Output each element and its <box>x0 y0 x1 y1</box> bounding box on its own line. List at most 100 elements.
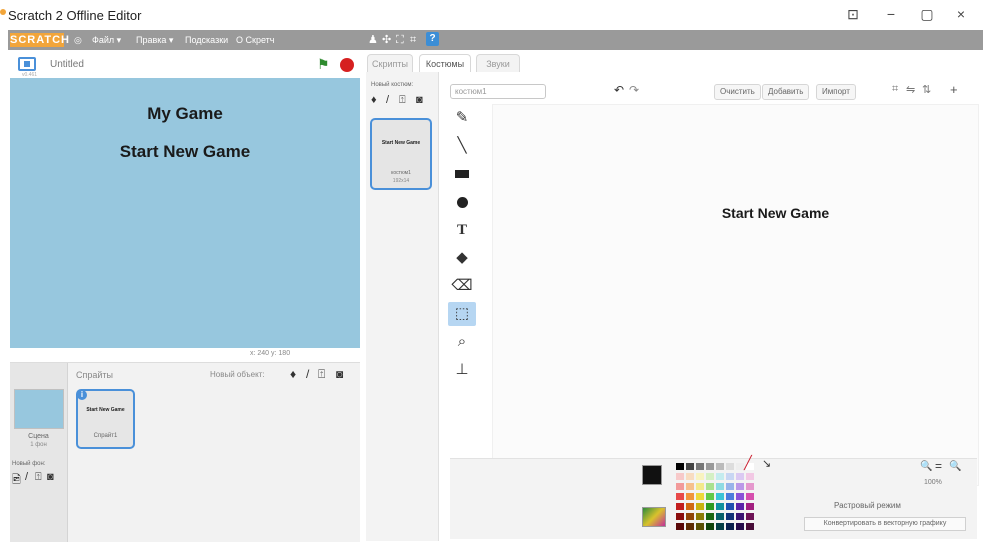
palette-swatch[interactable] <box>746 503 754 510</box>
redo-icon[interactable]: ↷ <box>629 83 639 97</box>
paint-sprite-icon[interactable]: / <box>306 367 309 381</box>
palette-swatch[interactable] <box>676 503 684 510</box>
palette-swatch[interactable] <box>686 503 694 510</box>
palette-swatch[interactable] <box>736 473 744 480</box>
palette-swatch[interactable] <box>686 483 694 490</box>
palette-swatch[interactable] <box>746 483 754 490</box>
duplicate-icon[interactable]: ♟ <box>368 33 378 47</box>
zoom-out-icon[interactable]: 🔍 <box>920 461 932 472</box>
sprite-thumbnail[interactable]: i Start New Game Спрайт1 <box>76 389 135 449</box>
rectangle-icon[interactable] <box>448 162 476 186</box>
palette-swatch[interactable] <box>696 493 704 500</box>
project-title-field[interactable]: Untitled <box>50 59 84 70</box>
stage[interactable]: My Game Start New Game <box>10 78 360 348</box>
reshape-icon[interactable]: ⌕ <box>448 330 476 354</box>
palette-swatch[interactable] <box>746 513 754 520</box>
palette-swatch[interactable] <box>696 503 704 510</box>
delete-icon[interactable]: ✣ <box>382 33 391 47</box>
tab-sounds[interactable]: Звуки <box>476 54 520 73</box>
palette-swatch[interactable] <box>726 513 734 520</box>
camera-backdrop-icon[interactable]: ◙ <box>47 471 54 483</box>
zoom-in-icon[interactable]: 🔍 <box>949 461 961 472</box>
palette-swatch[interactable] <box>746 493 754 500</box>
stop-icon[interactable] <box>340 58 354 72</box>
costume-name-input[interactable]: костюм1 <box>450 84 546 99</box>
flip-v-icon[interactable]: ⇅ <box>922 83 931 96</box>
palette-swatch[interactable] <box>706 513 714 520</box>
menu-file[interactable]: Файл ▾ <box>92 33 121 47</box>
eraser-icon[interactable]: ⌫ <box>448 274 476 298</box>
palette-swatch[interactable] <box>746 473 754 480</box>
tab-scripts[interactable]: Скрипты <box>367 54 413 73</box>
palette-swatch[interactable] <box>726 493 734 500</box>
window-minimize-button[interactable]: − <box>876 6 906 22</box>
palette-swatch[interactable] <box>726 483 734 490</box>
palette-swatch[interactable] <box>736 463 744 470</box>
menu-about[interactable]: О Скретч <box>236 33 274 47</box>
palette-swatch[interactable] <box>706 483 714 490</box>
costume-thumbnail[interactable]: Start New Game костюм1 192x14 <box>370 118 432 190</box>
dropper-icon[interactable]: ↘ <box>762 457 771 470</box>
help-icon[interactable]: ? <box>426 32 439 46</box>
palette-swatch[interactable] <box>736 483 744 490</box>
palette-swatch[interactable] <box>726 463 734 470</box>
stamp-icon[interactable]: ⊥ <box>448 358 476 382</box>
palette-swatch[interactable] <box>676 523 684 530</box>
paint-canvas[interactable]: Start New Game <box>492 104 979 486</box>
ellipse-icon[interactable] <box>448 190 476 214</box>
palette-swatch[interactable] <box>726 523 734 530</box>
primary-color-swatch[interactable] <box>642 465 662 485</box>
palette-swatch[interactable] <box>676 463 684 470</box>
import-button[interactable]: Импорт <box>816 84 856 100</box>
clear-button[interactable]: Очистить <box>714 84 761 100</box>
stage-thumbnail[interactable] <box>14 389 64 429</box>
window-pin-icon[interactable]: ⊡ <box>838 6 868 23</box>
palette-swatch[interactable] <box>716 483 724 490</box>
shrink-icon[interactable]: ⌗ <box>410 33 416 47</box>
menu-edit[interactable]: Правка ▾ <box>136 33 173 47</box>
palette-swatch[interactable] <box>686 523 694 530</box>
upload-backdrop-icon[interactable]: ⍐ <box>35 471 42 484</box>
camera-costume-icon[interactable]: ◙ <box>416 94 423 106</box>
convert-to-vector-button[interactable]: Конвертировать в векторную графику <box>804 517 966 531</box>
paint-backdrop-icon[interactable]: 🖻 <box>12 471 21 490</box>
palette-swatch[interactable] <box>696 473 704 480</box>
grow-icon[interactable]: ⛶ <box>396 33 404 47</box>
scratch-logo[interactable]: SCRATCH <box>10 33 69 47</box>
palette-swatch[interactable] <box>706 473 714 480</box>
menu-tips[interactable]: Подсказки <box>185 33 228 47</box>
palette-swatch[interactable] <box>736 513 744 520</box>
color-picker-button[interactable] <box>642 507 666 527</box>
text-icon[interactable]: T <box>448 218 476 242</box>
brush-backdrop-icon[interactable]: / <box>25 471 28 483</box>
stage-mode-icon[interactable] <box>18 57 36 71</box>
paintbrush-icon[interactable]: ✎ <box>448 106 476 130</box>
palette-swatch[interactable] <box>686 513 694 520</box>
palette-swatch[interactable] <box>706 523 714 530</box>
crop-icon[interactable]: ⌗ <box>892 83 898 96</box>
fill-icon[interactable]: ◆ <box>448 246 476 270</box>
palette-swatch[interactable] <box>686 493 694 500</box>
zoom-reset-icon[interactable]: = <box>935 459 942 473</box>
palette-swatch[interactable] <box>676 473 684 480</box>
palette-swatch[interactable] <box>716 503 724 510</box>
palette-swatch[interactable] <box>736 523 744 530</box>
eyedropper-icon[interactable]: ╱ <box>744 455 752 471</box>
upload-sprite-icon[interactable]: ⍐ <box>318 367 325 382</box>
paint-costume-icon[interactable]: / <box>386 94 389 106</box>
palette-swatch[interactable] <box>716 473 724 480</box>
library-sprite-icon[interactable]: ♦ <box>290 367 296 381</box>
palette-swatch[interactable] <box>736 503 744 510</box>
palette-swatch[interactable] <box>706 493 714 500</box>
sprite-info-badge[interactable]: i <box>77 390 87 400</box>
palette-swatch[interactable] <box>696 513 704 520</box>
palette-swatch[interactable] <box>696 483 704 490</box>
palette-swatch[interactable] <box>716 513 724 520</box>
palette-swatch[interactable] <box>676 513 684 520</box>
flip-h-icon[interactable]: ⇋ <box>906 83 915 96</box>
camera-sprite-icon[interactable]: ◙ <box>336 367 343 381</box>
palette-swatch[interactable] <box>676 483 684 490</box>
window-close-button[interactable]: × <box>946 6 976 22</box>
select-icon[interactable]: ⬚ <box>448 302 476 326</box>
palette-swatch[interactable] <box>746 523 754 530</box>
